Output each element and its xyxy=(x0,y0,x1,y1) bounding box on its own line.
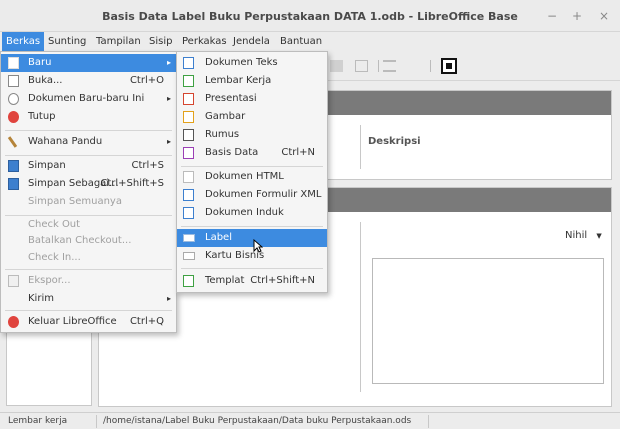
status-separator xyxy=(96,415,97,428)
list-icon[interactable] xyxy=(383,60,396,72)
menu-divider xyxy=(181,226,323,227)
writer-icon xyxy=(183,57,194,69)
menu-perkakas[interactable]: Perkakas xyxy=(178,32,231,51)
menu-divider xyxy=(5,130,172,131)
mouse-pointer-icon xyxy=(253,239,263,253)
submenu-item-dokumen-html[interactable]: Dokumen HTML xyxy=(177,168,327,186)
base-icon xyxy=(183,147,194,159)
toolbar-separator xyxy=(378,60,379,72)
menu-item-check-in[interactable]: Check In... xyxy=(1,249,176,267)
business-card-icon xyxy=(183,252,195,260)
submenu-arrow-icon: ▸ xyxy=(166,294,171,303)
panel-divider xyxy=(360,222,361,392)
label-icon xyxy=(183,234,195,242)
close-doc-icon xyxy=(8,111,19,123)
submenu-item-dokumen-induk[interactable]: Dokumen Induk xyxy=(177,204,327,222)
table-icon[interactable] xyxy=(330,60,343,72)
html-icon xyxy=(183,171,194,183)
submenu-item-basis-data[interactable]: Basis Data Ctrl+N xyxy=(177,144,327,162)
calc-icon xyxy=(183,75,194,87)
title-bar: Basis Data Label Buku Perpustakaan DATA … xyxy=(0,0,620,32)
menu-divider xyxy=(181,268,323,269)
minimize-button[interactable]: − xyxy=(544,8,560,24)
maximize-button[interactable]: + xyxy=(569,8,585,24)
status-path: /home/istana/Label Buku Perpustakaan/Dat… xyxy=(103,416,412,426)
math-icon xyxy=(183,129,194,141)
menu-item-kirim[interactable]: Kirim ▸ xyxy=(1,290,176,308)
menu-sunting[interactable]: Sunting xyxy=(44,32,90,51)
status-mode: Lembar kerja xyxy=(8,416,68,426)
menu-item-buka[interactable]: Buka... Ctrl+O xyxy=(1,72,176,90)
menu-tampilan[interactable]: Tampilan xyxy=(92,32,145,51)
menu-item-simpan-semuanya[interactable]: Simpan Semuanya xyxy=(1,193,176,211)
submenu-arrow-icon: ▸ xyxy=(166,94,171,103)
submenu-arrow-icon: ▸ xyxy=(166,58,171,67)
menu-divider xyxy=(181,166,323,167)
grid-icon[interactable] xyxy=(355,60,368,72)
preview-area xyxy=(372,258,604,384)
menu-divider xyxy=(5,269,172,270)
new-doc-icon xyxy=(8,57,19,69)
submenu-item-lembar-kerja[interactable]: Lembar Kerja xyxy=(177,72,327,90)
menu-divider xyxy=(5,155,172,156)
submenu-item-presentasi[interactable]: Presentasi xyxy=(177,90,327,108)
menu-jendela[interactable]: Jendela xyxy=(229,32,274,51)
menu-bantuan[interactable]: Bantuan xyxy=(276,32,326,51)
submenu-item-rumus[interactable]: Rumus xyxy=(177,126,327,144)
window-title: Basis Data Label Buku Perpustakaan DATA … xyxy=(102,10,518,23)
description-label: Deskripsi xyxy=(368,136,421,147)
menu-berkas[interactable]: Berkas xyxy=(2,32,45,51)
menu-item-ekspor[interactable]: Ekspor... xyxy=(1,272,176,290)
export-icon xyxy=(8,275,19,287)
submenu-item-templat[interactable]: Templat Ctrl+Shift+N xyxy=(177,272,327,290)
menu-item-baru[interactable]: Baru ▸ xyxy=(1,54,176,72)
submenu-item-dokumen-teks[interactable]: Dokumen Teks xyxy=(177,54,327,72)
menu-item-dokumen-baru-baru-ini[interactable]: Dokumen Baru-baru Ini ▸ xyxy=(1,90,176,108)
menu-item-simpan-sebagai[interactable]: Simpan Sebagai... Ctrl+Shift+S xyxy=(1,175,176,193)
open-icon xyxy=(8,75,19,87)
panel-divider xyxy=(360,125,361,169)
new-submenu: Dokumen Teks Lembar Kerja Presentasi Gam… xyxy=(176,51,328,293)
file-menu: Baru ▸ Buka... Ctrl+O Dokumen Baru-baru … xyxy=(0,51,177,333)
xml-form-icon xyxy=(183,189,194,201)
menu-item-batalkan-checkout[interactable]: Batalkan Checkout... xyxy=(1,232,176,250)
menu-bar: Berkas Sunting Tampilan Sisip Perkakas J… xyxy=(0,32,620,51)
wizard-icon xyxy=(7,136,18,148)
menu-divider xyxy=(5,310,172,311)
menu-sisip[interactable]: Sisip xyxy=(145,32,176,51)
status-separator xyxy=(428,415,429,428)
chevron-down-icon: ▼ xyxy=(596,232,602,240)
submenu-item-dokumen-formulir-xml[interactable]: Dokumen Formulir XML xyxy=(177,186,327,204)
menu-item-keluar-libreoffice[interactable]: Keluar LibreOffice Ctrl+Q xyxy=(1,313,176,331)
submenu-item-label[interactable]: Label xyxy=(177,229,327,247)
impress-icon xyxy=(183,93,194,105)
menu-item-tutup[interactable]: Tutup xyxy=(1,108,176,126)
draw-icon xyxy=(183,111,194,123)
submenu-arrow-icon: ▸ xyxy=(166,137,171,146)
submenu-item-kartu-bisnis[interactable]: Kartu Bisnis xyxy=(177,247,327,265)
save-as-icon xyxy=(8,178,19,190)
master-doc-icon xyxy=(183,207,194,219)
save-icon xyxy=(8,160,19,172)
menu-item-simpan[interactable]: Simpan Ctrl+S xyxy=(1,157,176,175)
preview-mode-value: Nihil xyxy=(565,230,588,241)
preview-mode-select[interactable]: Nihil ▼ xyxy=(565,230,602,241)
menu-item-wahana-pandu[interactable]: Wahana Pandu ▸ xyxy=(1,133,176,151)
template-icon xyxy=(183,275,194,287)
recent-icon xyxy=(8,93,19,105)
preview-toggle-icon[interactable] xyxy=(441,58,457,74)
toolbar-separator xyxy=(430,60,431,72)
close-window-button[interactable]: × xyxy=(596,8,612,24)
exit-icon xyxy=(8,316,19,328)
submenu-item-gambar[interactable]: Gambar xyxy=(177,108,327,126)
status-bar: Lembar kerja /home/istana/Label Buku Per… xyxy=(0,412,620,429)
